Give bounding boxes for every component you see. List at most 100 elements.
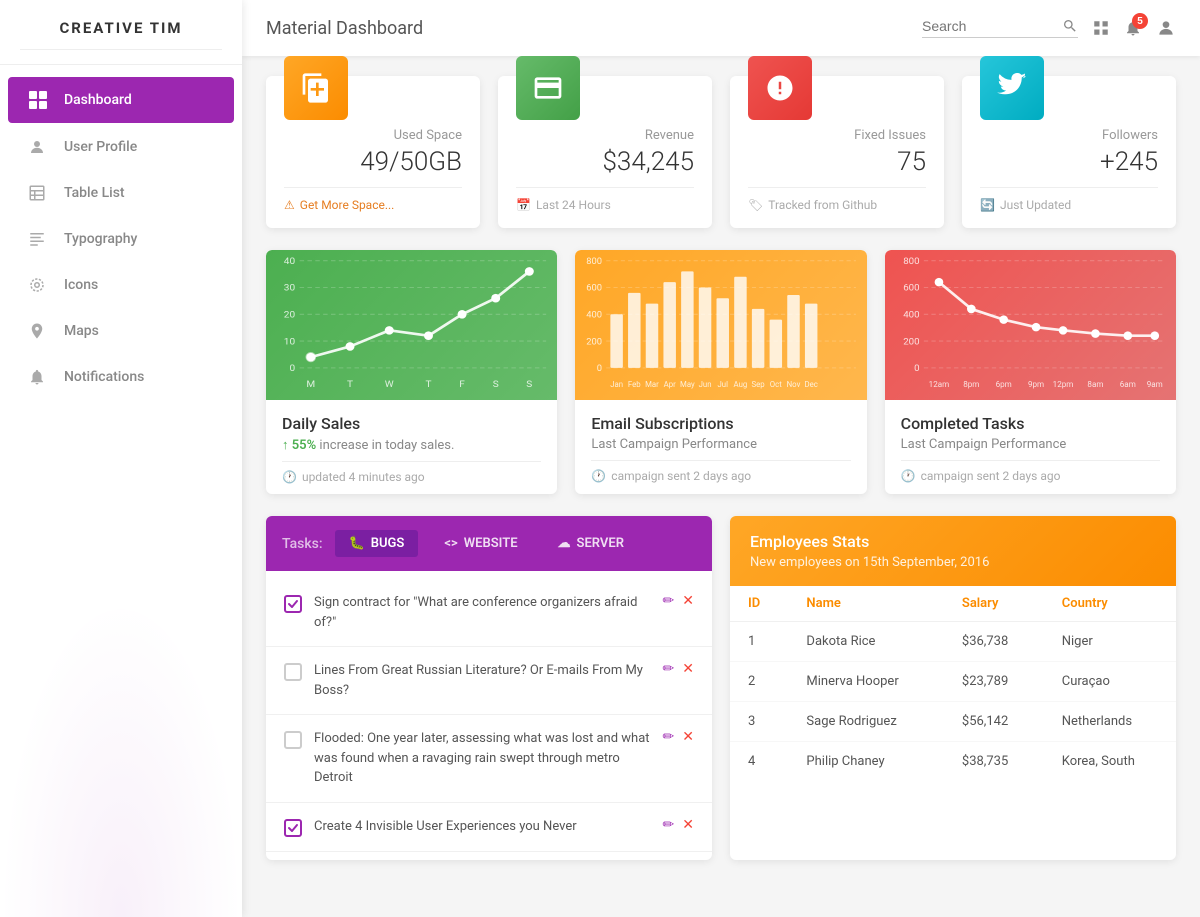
revenue-label: Revenue (516, 128, 694, 143)
user-profile-icon (28, 138, 50, 156)
email-subscriptions-body: Email Subscriptions Last Campaign Perfor… (575, 400, 866, 493)
sidebar-item-typography[interactable]: Typography (8, 217, 234, 261)
table-row: 3 Sage Rodriguez $56,142 Netherlands (730, 702, 1176, 742)
task-edit-2[interactable]: ✏ (663, 661, 675, 677)
search-input[interactable] (922, 18, 1062, 34)
tasks-header: Tasks: 🐛 BUGS <> WEBSITE ☁ SERVER (266, 516, 712, 571)
svg-text:0: 0 (597, 363, 602, 374)
revenue-value: $34,245 (516, 147, 694, 177)
task-tab-server[interactable]: ☁ SERVER (544, 530, 638, 557)
task-checkbox-4[interactable] (284, 819, 302, 837)
sidebar-item-user-profile[interactable]: User Profile (8, 125, 234, 169)
task-text-3: Flooded: One year later, assessing what … (314, 729, 651, 788)
svg-text:8pm: 8pm (963, 380, 979, 389)
svg-text:600: 600 (903, 283, 919, 294)
col-header-name: Name (788, 586, 943, 622)
task-delete-2[interactable]: ✕ (682, 661, 694, 677)
chart-daily-sales: 40 30 20 10 0 (266, 250, 557, 494)
svg-text:12pm: 12pm (1052, 380, 1073, 389)
employees-header: Employees Stats New employees on 15th Se… (730, 516, 1176, 586)
brand-name: CREATIVE TIM (59, 19, 182, 37)
fixed-issues-icon-box (748, 56, 812, 120)
sidebar-item-icons[interactable]: Icons (8, 263, 234, 307)
svg-text:9pm: 9pm (1028, 380, 1044, 389)
employees-title: Employees Stats (750, 532, 1156, 551)
search-button[interactable] (1062, 18, 1078, 34)
task-checkbox-1[interactable] (284, 595, 302, 613)
task-edit-3[interactable]: ✏ (663, 729, 675, 745)
clock-icon: 🕐 (591, 469, 606, 483)
calendar-icon: 📅 (516, 198, 531, 212)
employee-country: Korea, South (1044, 742, 1176, 782)
task-tab-bugs[interactable]: 🐛 BUGS (335, 530, 419, 557)
stats-row: Used Space 49/50GB ⚠ Get More Space... R… (266, 76, 1176, 228)
followers-icon-box (980, 56, 1044, 120)
svg-text:200: 200 (587, 336, 603, 347)
employees-table-body: 1 Dakota Rice $36,738 Niger 2 Minerva Ho… (730, 622, 1176, 782)
svg-text:Oct: Oct (770, 380, 782, 389)
svg-text:Jan: Jan (611, 380, 624, 389)
task-actions-1: ✏ ✕ (663, 593, 694, 609)
email-subscriptions-subtitle: Last Campaign Performance (591, 437, 850, 452)
notification-badge: 5 (1132, 13, 1148, 29)
employees-table-head: ID Name Salary Country (730, 586, 1176, 622)
col-header-salary: Salary (944, 586, 1044, 622)
employee-country: Niger (1044, 622, 1176, 662)
svg-text:Nov: Nov (787, 380, 801, 389)
search-box (922, 18, 1078, 38)
svg-text:Aug: Aug (734, 380, 748, 389)
employee-salary: $23,789 (944, 662, 1044, 702)
cloud-icon: ☁ (558, 536, 571, 551)
sidebar-item-dashboard[interactable]: Dashboard (8, 77, 234, 123)
svg-text:8am: 8am (1087, 380, 1103, 389)
used-space-label: Used Space (284, 128, 462, 143)
svg-text:T: T (425, 379, 431, 390)
completed-tasks-title: Completed Tasks (901, 414, 1160, 433)
task-checkbox-2[interactable] (284, 663, 302, 681)
fixed-issues-value: 75 (748, 147, 926, 177)
user-account-button[interactable] (1156, 18, 1176, 38)
chart-completed-tasks: 800 600 400 200 0 (885, 250, 1176, 494)
employee-country: Netherlands (1044, 702, 1176, 742)
task-tab-website[interactable]: <> WEBSITE (430, 530, 531, 557)
stat-card-fixed-issues: Fixed Issues 75 🏷 Tracked from Github (730, 76, 944, 228)
employee-country: Curaçao (1044, 662, 1176, 702)
header: Material Dashboard 5 (242, 0, 1200, 56)
sidebar-item-label: Notifications (64, 369, 144, 385)
stat-card-used-space: Used Space 49/50GB ⚠ Get More Space... (266, 76, 480, 228)
svg-text:0: 0 (289, 363, 295, 374)
daily-sales-subtitle: ↑ 55% increase in today sales. (282, 437, 541, 453)
daily-sales-subtitle-text: increase in today sales. (319, 438, 454, 453)
clock-icon: 🕐 (282, 470, 297, 484)
sidebar-logo: CREATIVE TIM (0, 0, 242, 65)
svg-text:Sep: Sep (752, 380, 766, 389)
grid-view-button[interactable] (1092, 19, 1110, 37)
task-delete-3[interactable]: ✕ (682, 729, 694, 745)
task-checkbox-3[interactable] (284, 731, 302, 749)
task-delete-4[interactable]: ✕ (682, 817, 694, 833)
sidebar-item-label: Typography (64, 231, 137, 247)
completed-tasks-subtitle: Last Campaign Performance (901, 437, 1160, 452)
task-edit-1[interactable]: ✏ (663, 593, 675, 609)
bottom-row: Tasks: 🐛 BUGS <> WEBSITE ☁ SERVER (266, 516, 1176, 860)
svg-text:30: 30 (284, 283, 295, 294)
sidebar-item-maps[interactable]: Maps (8, 309, 234, 353)
charts-row: 40 30 20 10 0 (266, 250, 1176, 494)
task-delete-1[interactable]: ✕ (682, 593, 694, 609)
task-actions-2: ✏ ✕ (663, 661, 694, 677)
chart-email-subscriptions: 800 600 400 200 0 (575, 250, 866, 494)
task-edit-4[interactable]: ✏ (663, 817, 675, 833)
tag-icon: 🏷 (748, 198, 763, 212)
daily-sales-title: Daily Sales (282, 414, 541, 433)
task-actions-3: ✏ ✕ (663, 729, 694, 745)
sidebar-item-label: Dashboard (64, 92, 132, 108)
tasks-label: Tasks: (282, 536, 323, 552)
sidebar-item-table-list[interactable]: Table List (8, 171, 234, 215)
table-list-icon (28, 184, 50, 202)
svg-text:800: 800 (903, 256, 919, 267)
notifications-bell-button[interactable]: 5 (1124, 19, 1142, 37)
refresh-icon: 🔄 (980, 198, 995, 212)
sidebar-item-notifications[interactable]: Notifications (8, 355, 234, 399)
followers-label: Followers (980, 128, 1158, 143)
employees-table: ID Name Salary Country 1 Dakota Rice $36… (730, 586, 1176, 781)
